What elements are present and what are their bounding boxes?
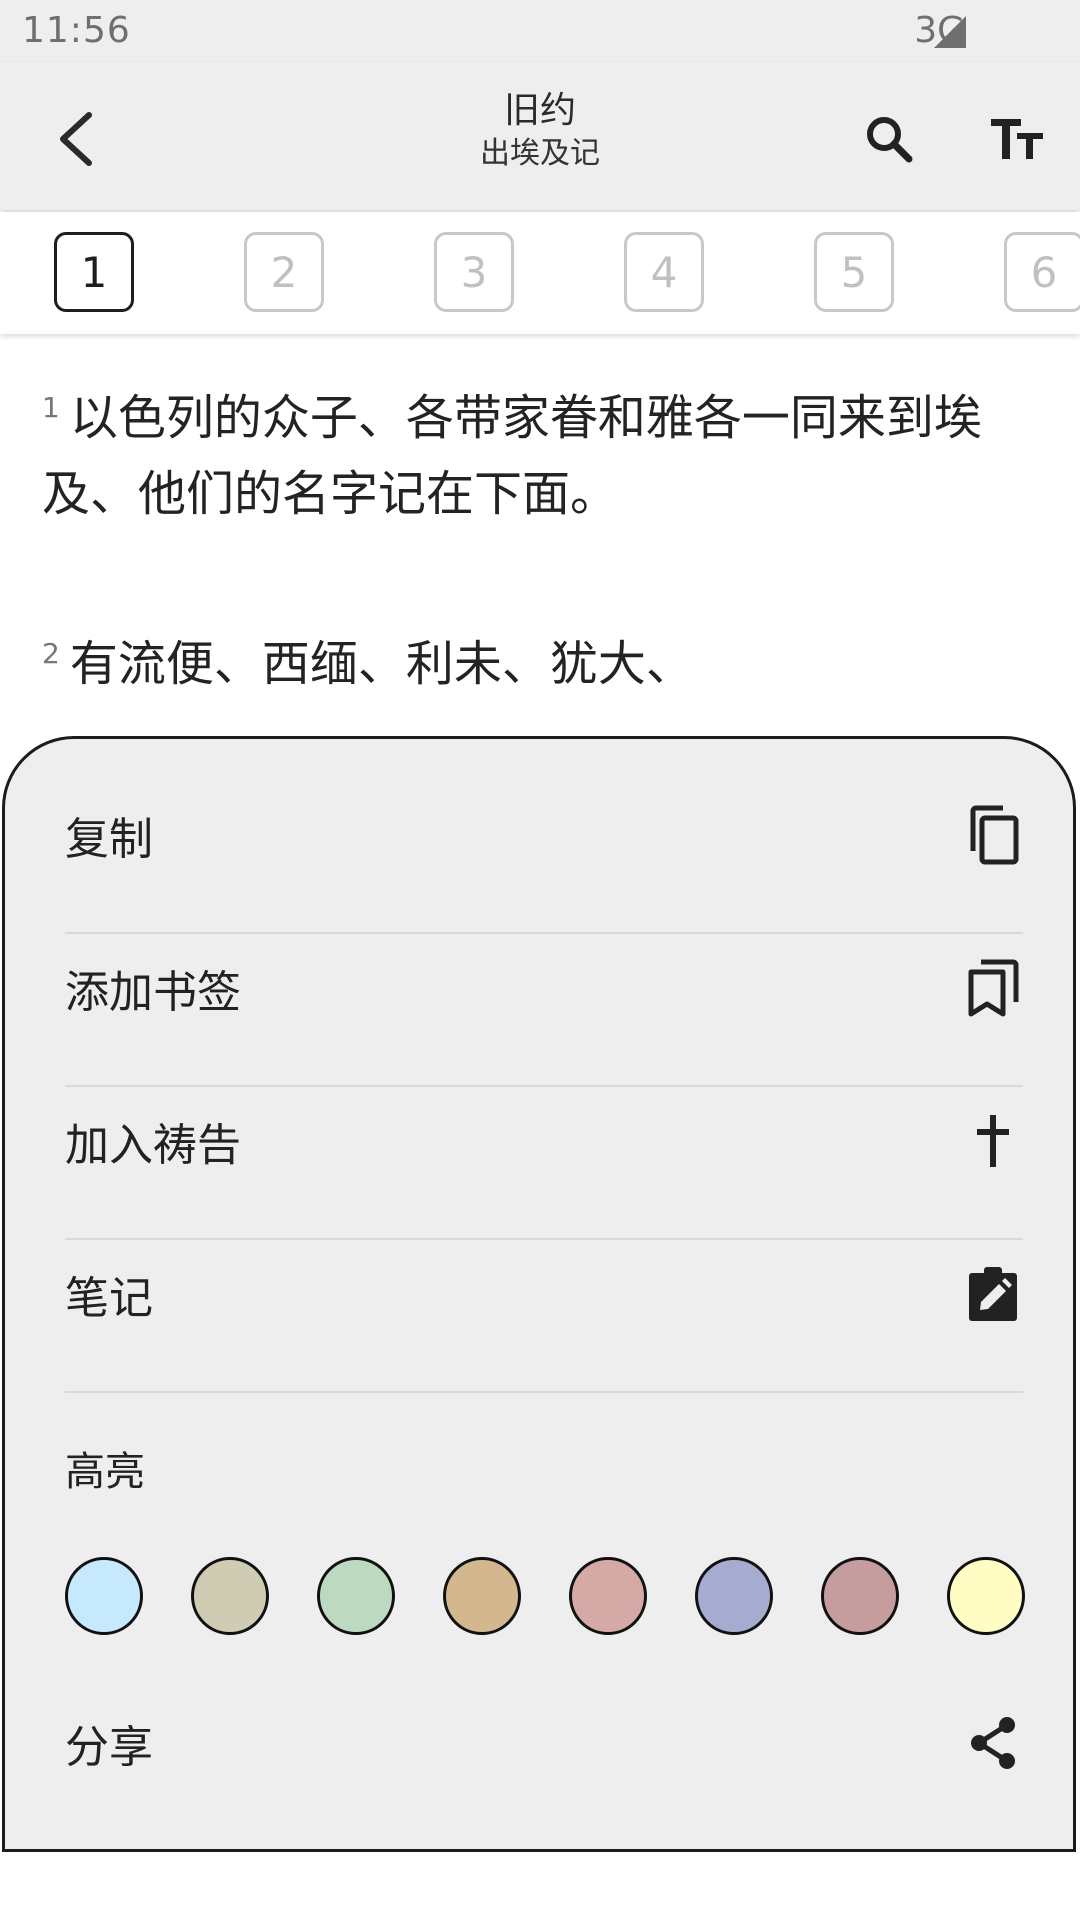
note-edit-icon bbox=[963, 1264, 1023, 1324]
copy-menu-item[interactable]: 复制 bbox=[65, 759, 1023, 911]
highlight-label: 高亮 bbox=[65, 1449, 145, 1495]
highlight-color-tan[interactable] bbox=[443, 1557, 521, 1635]
highlight-color-rose[interactable] bbox=[821, 1557, 899, 1635]
verse-text: 以色列的众子、各带家眷和雅各一同来到埃及、他们的名字记在下面。 bbox=[42, 390, 982, 522]
signal-icon bbox=[934, 16, 966, 48]
cross-icon bbox=[963, 1111, 1023, 1171]
title-block: 旧约 出埃及记 bbox=[340, 88, 740, 174]
highlight-color-lavender[interactable] bbox=[695, 1557, 773, 1635]
chapter-chip-6[interactable]: 6 bbox=[1004, 232, 1080, 312]
page-title: 旧约 bbox=[503, 90, 576, 131]
highlight-color-pink[interactable] bbox=[569, 1557, 647, 1635]
share-menu-item[interactable]: 分享 bbox=[65, 1667, 1023, 1819]
chapter-selector: 1 2 3 4 5 6 bbox=[0, 212, 1080, 334]
highlight-color-khaki[interactable] bbox=[191, 1557, 269, 1635]
add-bookmark-menu-item[interactable]: 添加书签 bbox=[65, 912, 1023, 1064]
share-icon bbox=[963, 1713, 1023, 1773]
share-label: 分享 bbox=[65, 1722, 153, 1773]
copy-icon bbox=[963, 805, 1023, 865]
chapter-chip-3[interactable]: 3 bbox=[434, 232, 514, 312]
page-subtitle: 出埃及记 bbox=[480, 136, 600, 171]
highlight-color-light-yellow[interactable] bbox=[947, 1557, 1025, 1635]
status-time: 11:56 bbox=[22, 10, 131, 51]
highlight-color-green[interactable] bbox=[317, 1557, 395, 1635]
chapter-chip-4[interactable]: 4 bbox=[624, 232, 704, 312]
search-button[interactable] bbox=[852, 102, 926, 176]
app-bar: 旧约 出埃及记 bbox=[0, 62, 1080, 210]
notes-menu-item[interactable]: 笔记 bbox=[65, 1218, 1023, 1370]
text-size-icon bbox=[991, 119, 1043, 159]
back-button[interactable] bbox=[38, 102, 112, 176]
verse-text: 有流便、西缅、利未、犹大、 bbox=[69, 636, 694, 692]
copy-label: 复制 bbox=[65, 814, 153, 865]
add-bookmark-label: 添加书签 bbox=[65, 967, 241, 1018]
chapter-chip-2[interactable]: 2 bbox=[244, 232, 324, 312]
add-to-prayer-menu-item[interactable]: 加入祷告 bbox=[65, 1065, 1023, 1217]
highlight-color-palette bbox=[65, 1557, 1033, 1641]
verse-number: 1 bbox=[42, 391, 60, 424]
highlight-color-light-blue[interactable] bbox=[65, 1557, 143, 1635]
verse-list: 1 以色列的众子、各带家眷和雅各一同来到埃及、他们的名字记在下面。 2 有流便、西缅… bbox=[42, 370, 1042, 702]
divider bbox=[65, 1391, 1023, 1393]
verse-action-sheet: 复制 添加书签 加入祷告 笔记 高亮 分享 bbox=[2, 736, 1076, 1852]
chapter-chip-1[interactable]: 1 bbox=[54, 232, 134, 312]
bottom-strip bbox=[0, 1852, 1080, 1920]
verse[interactable]: 2 有流便、西缅、利未、犹大、 bbox=[42, 616, 1042, 702]
verse[interactable]: 1 以色列的众子、各带家眷和雅各一同来到埃及、他们的名字记在下面。 bbox=[42, 370, 1042, 532]
verse-number: 2 bbox=[42, 637, 60, 670]
back-arrow-icon bbox=[60, 112, 92, 166]
font-size-button[interactable] bbox=[980, 102, 1054, 176]
notes-label: 笔记 bbox=[65, 1273, 153, 1324]
chapter-chip-5[interactable]: 5 bbox=[814, 232, 894, 312]
add-to-prayer-label: 加入祷告 bbox=[65, 1120, 241, 1171]
status-bar: 11:56 3G bbox=[0, 0, 1080, 62]
bookmarks-icon bbox=[963, 958, 1023, 1018]
search-icon bbox=[867, 117, 913, 163]
